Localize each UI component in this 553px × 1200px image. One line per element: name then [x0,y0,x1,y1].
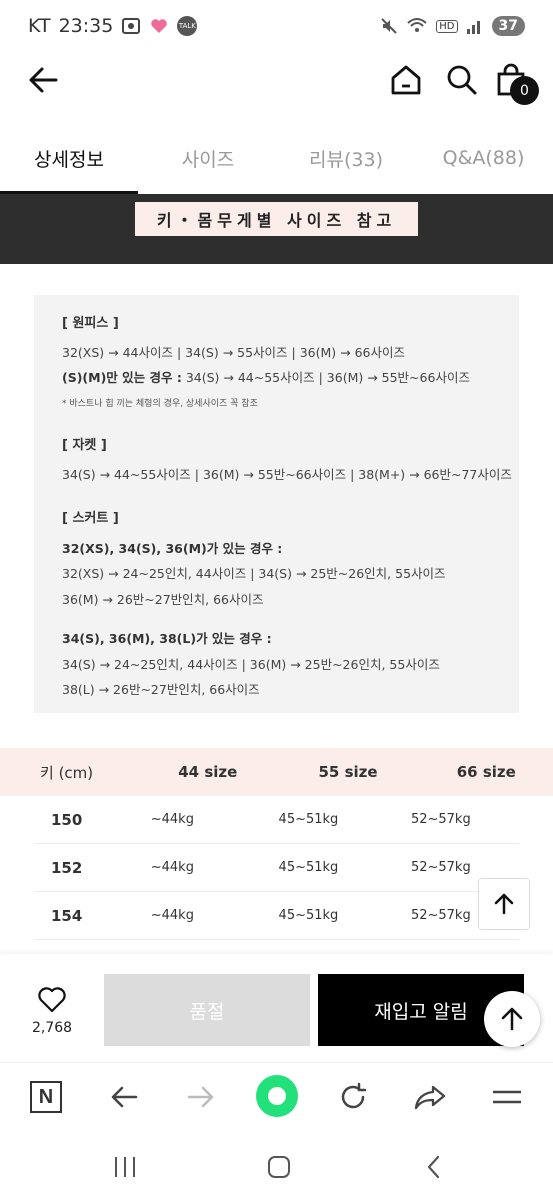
clock: 23:35 [58,15,114,37]
header-55: 55 size [318,763,378,781]
naver-logo-icon: N [30,1081,62,1113]
home-button[interactable] [388,62,424,98]
cell-height: 150 [51,810,83,829]
skirt-case2-line1: 34(S) → 24~25인치, 44사이즈 | 36(M) → 25반~26인… [62,657,440,672]
purchase-bar: 2,768 품절 재입고 알림 [0,954,553,1058]
onepiece-line: 32(XS) → 44사이즈 | 34(S) → 55사이즈 | 36(M) →… [62,345,405,360]
heart-icon [38,987,66,1013]
table-header: 키 (cm) 44 size 55 size 66 size [0,748,553,796]
arrow-left-icon [111,1086,138,1108]
status-bar: KT 23:35 TALK HD 37 [0,0,553,52]
chevron-left-icon [427,1155,440,1179]
share-icon [414,1085,446,1110]
banner-label: 키・몸무게별 사이즈 참고 [135,202,418,236]
size-guide-banner: 키・몸무게별 사이즈 참고 [0,194,553,264]
floating-scroll-top-button[interactable] [484,991,540,1047]
hamburger-menu-icon [493,1090,521,1104]
naver-home-button[interactable]: N [26,1077,66,1117]
battery-indicator: 37 [491,16,525,36]
recent-apps-icon [115,1157,135,1177]
arrow-right-icon [187,1086,214,1108]
onepiece-note: * 바스트나 힙 끼는 체형의 경우, 상세사이즈 꼭 참조 [62,399,258,409]
tab-qna[interactable]: Q&A(88) [414,122,553,194]
wifi-icon [407,18,427,32]
mute-icon [381,18,397,34]
tab-review[interactable]: 리뷰(33) [278,122,414,194]
cell-66: 52~57kg [410,812,471,827]
skirt-case2-line2: 38(L) → 26반~27반인치, 66사이즈 [62,682,260,697]
recent-apps-button[interactable] [108,1152,142,1182]
cell-44: ~44kg [150,812,194,827]
browser-forward-button[interactable] [181,1077,221,1117]
android-navigation-bar [0,1134,553,1200]
tab-size[interactable]: 사이즈 [138,122,278,194]
cell-55: 45~51kg [278,812,339,827]
header-44: 44 size [178,763,238,781]
scroll-to-top-button[interactable] [478,878,530,930]
soldout-button: 품절 [104,974,310,1046]
home-square-icon [268,1156,290,1178]
arrow-up-icon [501,1007,523,1031]
size-table: 키 (cm) 44 size 55 size 66 size 150 ~44kg… [0,748,553,940]
cell-55: 45~51kg [278,860,339,875]
skirt-case2-label: 34(S), 36(M), 38(L)가 있는 경우 : [62,631,272,646]
talk-icon: TALK [177,16,198,36]
heart-status-icon [151,19,168,33]
skirt-case1-line2: 36(M) → 26반~27반인치, 66사이즈 [62,592,264,607]
menu-button[interactable] [487,1077,527,1117]
tab-label: 사이즈 [181,148,235,171]
table-row: 152 ~44kg 45~51kg 52~57kg [34,844,519,892]
signal-icon [466,21,480,34]
like-count: 2,768 [31,1020,73,1036]
back-button[interactable] [26,62,62,98]
skirt-heading: [ 스커트 ] [62,511,119,526]
top-navigation: 0 [0,52,553,108]
share-button[interactable] [410,1077,450,1117]
back-nav-button[interactable] [417,1152,451,1182]
jacket-heading: [ 자켓 ] [62,438,107,453]
tab-detail[interactable]: 상세정보 [0,122,138,194]
search-icon [447,65,477,95]
skirt-case1-line1: 32(XS) → 24~25인치, 44사이즈 | 34(S) → 25반~26… [62,566,446,581]
onepiece-sm-values: 34(S) → 44~55사이즈 | 36(M) → 55반~66사이즈 [181,370,470,385]
product-tabs: 상세정보 사이즈 리뷰(33) Q&A(88) [0,122,553,194]
cell-44: ~44kg [150,908,194,923]
green-dot-button[interactable] [254,1073,300,1119]
onepiece-sm-label: (S)(M)만 있는 경우 : [62,370,182,385]
tab-label: Q&A(88) [442,147,525,169]
header-66: 66 size [456,763,516,781]
browser-back-button[interactable] [104,1077,144,1117]
table-row: 150 ~44kg 45~51kg 52~57kg [34,796,519,844]
back-arrow-icon [29,67,58,93]
tab-label: 상세정보 [34,148,104,171]
skirt-case1-label: 32(XS), 34(S), 36(M)가 있는 경우 : [62,541,283,556]
size-reference-box: [ 원피스 ] 32(XS) → 44사이즈 | 34(S) → 55사이즈 |… [34,295,519,713]
cart-count-badge: 0 [510,76,539,105]
home-icon [391,65,421,95]
jacket-line: 34(S) → 44~55사이즈 | 36(M) → 55반~66사이즈 | 3… [62,467,512,482]
header-height: 키 (cm) [40,763,94,782]
refresh-icon [341,1082,367,1109]
cell-44: ~44kg [150,860,194,875]
onepiece-heading: [ 원피스 ] [62,316,119,331]
cell-66: 52~57kg [410,860,471,875]
like-button[interactable] [30,986,74,1018]
onepiece-sm-line: (S)(M)만 있는 경우 : 34(S) → 44~55사이즈 | 36(M)… [62,367,470,386]
cell-height: 152 [51,858,83,877]
cell-height: 154 [51,906,83,925]
green-dot-icon [256,1075,298,1117]
home-nav-button[interactable] [262,1152,296,1182]
table-row: 154 ~44kg 45~51kg 52~57kg [34,892,519,940]
carrier-label: KT [28,15,51,37]
hd-icon: HD [436,19,458,33]
tab-label: 리뷰(33) [309,148,383,171]
browser-toolbar: N [0,1062,553,1130]
arrow-up-icon [494,893,514,915]
search-button[interactable] [444,62,480,98]
refresh-button[interactable] [333,1077,373,1117]
cell-55: 45~51kg [278,908,339,923]
screenshot-icon [122,18,141,34]
